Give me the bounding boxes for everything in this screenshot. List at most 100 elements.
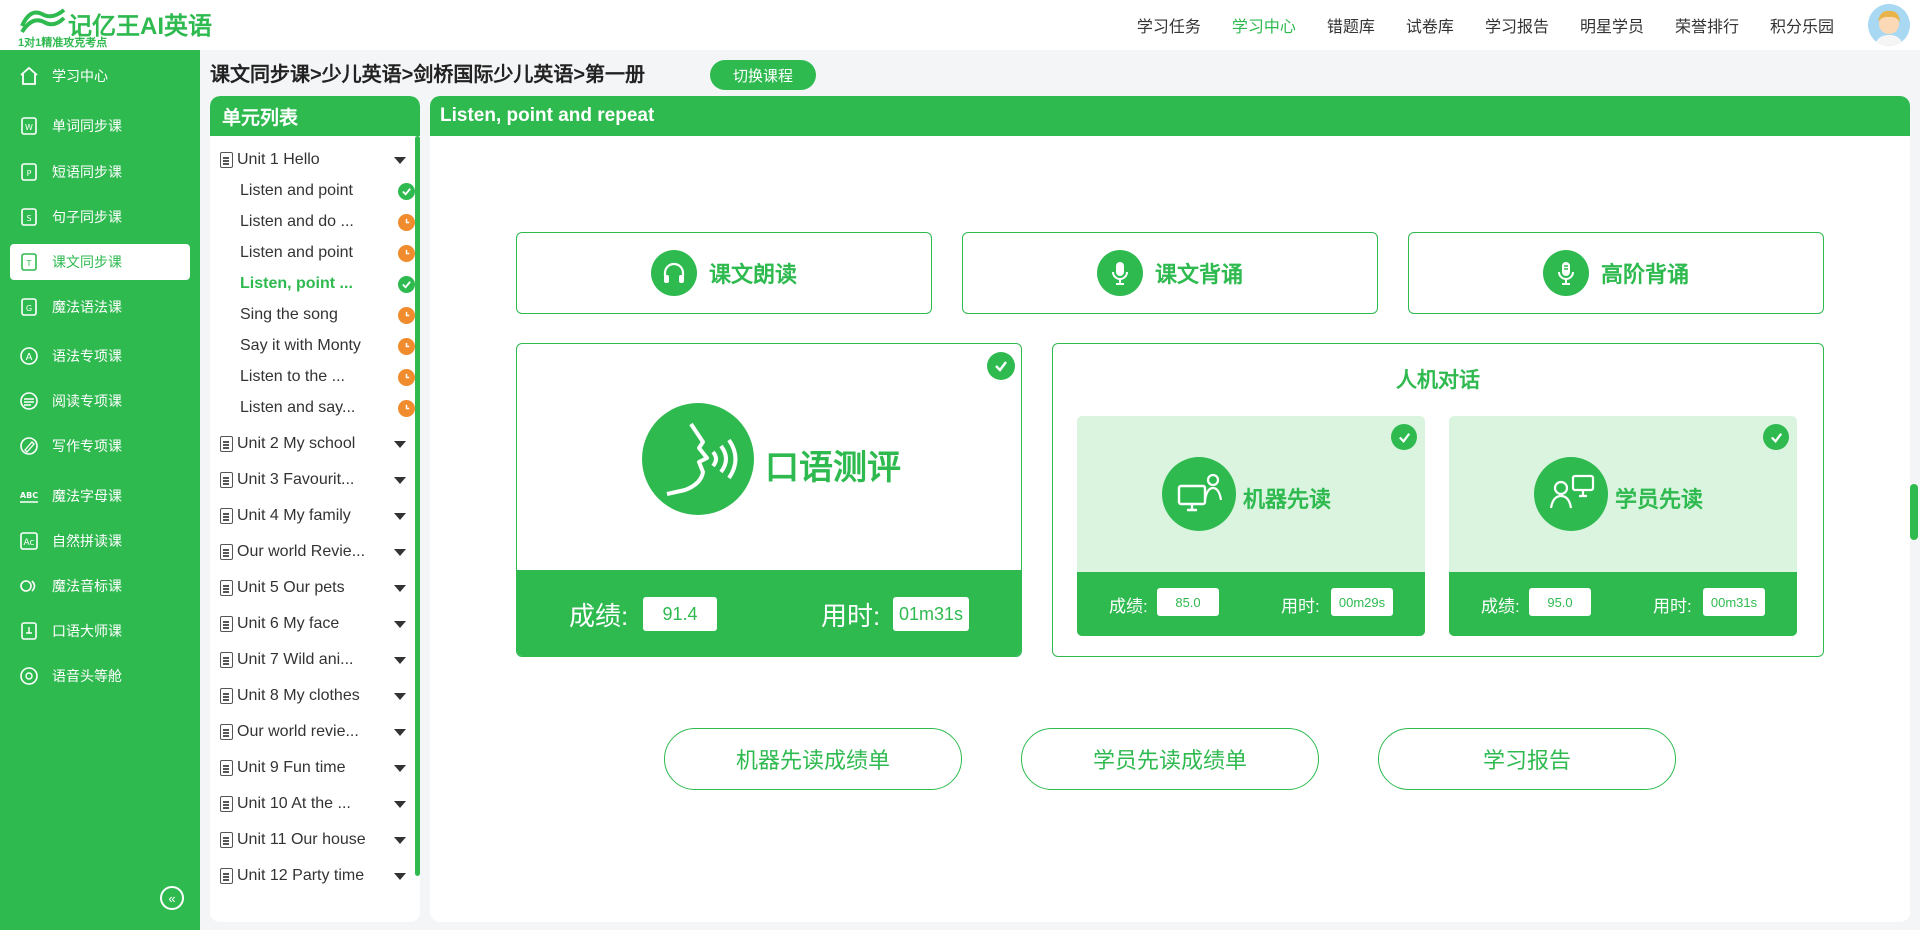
sidebar-item-sentence-course[interactable]: S 句子同步课: [10, 199, 190, 235]
nav-item-learning-center[interactable]: 学习中心: [1232, 13, 1296, 37]
avatar[interactable]: [1868, 4, 1910, 46]
sidebar-item-phonics[interactable]: Ac 自然拼读课: [10, 523, 190, 559]
sidebar-item-speaking-master[interactable]: 口语大师课: [10, 613, 190, 649]
unit-item[interactable]: Our world Revie...: [220, 540, 410, 564]
svg-text:A: A: [26, 352, 33, 363]
sidebar-item-writing-special[interactable]: 写作专项课: [10, 428, 190, 464]
oral-evaluation-label: 口语测评: [765, 449, 901, 487]
lesson-item[interactable]: Sing the song: [240, 303, 415, 327]
caret-down-icon[interactable]: [394, 801, 406, 808]
caret-down-icon[interactable]: [394, 837, 406, 844]
caret-down-icon[interactable]: [394, 477, 406, 484]
app-logo[interactable]: 记亿王AI英语 1对1精准攻克考点: [18, 4, 212, 49]
student-first-card[interactable]: 学员先读 成绩: 95.0 用时: 00m31s: [1449, 416, 1797, 636]
document-icon: [220, 544, 233, 560]
caret-down-icon[interactable]: [394, 657, 406, 664]
svg-text:T: T: [26, 259, 32, 268]
unit-item[interactable]: Unit 9 Fun time: [220, 756, 410, 780]
lesson-item-active[interactable]: Listen, point ...: [240, 272, 415, 296]
caret-down-icon[interactable]: [394, 157, 406, 164]
document-icon: [220, 616, 233, 632]
document-icon: [220, 688, 233, 704]
unit-item[interactable]: Unit 12 Party time: [220, 864, 410, 888]
sidebar-item-voice-cabin[interactable]: 语音头等舱: [10, 658, 190, 694]
unit-item[interactable]: Our world revie...: [220, 720, 410, 744]
text-recite-button[interactable]: 课文背诵: [962, 232, 1378, 314]
sidebar-item-text-course[interactable]: T 课文同步课: [10, 244, 190, 280]
score-value: 95.0: [1529, 588, 1591, 616]
unit-item[interactable]: Unit 6 My face: [220, 612, 410, 636]
caret-down-icon[interactable]: [394, 621, 406, 628]
oral-evaluation-card[interactable]: 口语测评 成绩: 91.4 用时: 01m31s: [516, 343, 1022, 657]
lesson-item[interactable]: Say it with Monty: [240, 334, 415, 358]
score-label: 成绩:: [569, 601, 629, 631]
grammar-special-icon: A: [18, 345, 40, 367]
caret-down-icon[interactable]: [394, 513, 406, 520]
time-value: 00m29s: [1331, 588, 1393, 616]
unit-list-scrollbar[interactable]: [415, 136, 420, 876]
sidebar-item-learning-center[interactable]: 学习中心: [10, 58, 190, 94]
lesson-label: Listen and say...: [240, 399, 356, 416]
unit-item[interactable]: Unit 3 Favourit...: [220, 468, 410, 492]
sidebar-item-phrase-course[interactable]: P 短语同步课: [10, 154, 190, 190]
machine-first-report-button[interactable]: 机器先读成绩单: [664, 728, 962, 790]
caret-down-icon[interactable]: [394, 873, 406, 880]
nav-item-honor-ranking[interactable]: 荣誉排行: [1675, 13, 1739, 37]
student-first-report-button[interactable]: 学员先读成绩单: [1021, 728, 1319, 790]
nav-item-paper-bank[interactable]: 试卷库: [1406, 13, 1454, 37]
nav-item-mistake-bank[interactable]: 错题库: [1327, 13, 1375, 37]
lesson-item[interactable]: Listen and point: [240, 241, 415, 265]
nav-item-points-park[interactable]: 积分乐园: [1770, 13, 1834, 37]
lesson-label: Listen and point: [240, 182, 353, 199]
unit-item[interactable]: Unit 5 Our pets: [220, 576, 410, 600]
sidebar-item-label: 魔法音标课: [52, 578, 122, 594]
top-bar: 记亿王AI英语 1对1精准攻克考点 学习任务 学习中心 错题库 试卷库 学习报告…: [0, 0, 1920, 50]
sidebar-collapse-icon[interactable]: «: [160, 886, 184, 910]
score-label: 成绩:: [1481, 597, 1520, 616]
sidebar-item-magic-letters[interactable]: ABC 魔法字母课: [10, 478, 190, 514]
headphones-icon: [650, 250, 697, 296]
svg-text:W: W: [25, 123, 33, 132]
learning-report-button[interactable]: 学习报告: [1378, 728, 1676, 790]
sidebar-item-label: 阅读专项课: [52, 393, 122, 409]
caret-down-icon[interactable]: [394, 693, 406, 700]
nav-item-learning-task[interactable]: 学习任务: [1137, 13, 1201, 37]
lesson-item[interactable]: Listen to the ...: [240, 365, 415, 389]
voice-cabin-icon: [18, 665, 40, 687]
dialog-card: 人机对话 机器先读 成绩: 85.0 用时: 00m29s 学员先读 成绩: 9…: [1052, 343, 1824, 657]
unit-item[interactable]: Unit 2 My school: [220, 432, 410, 456]
machine-first-card[interactable]: 机器先读 成绩: 85.0 用时: 00m29s: [1077, 416, 1425, 636]
sidebar-item-reading-special[interactable]: 阅读专项课: [10, 383, 190, 419]
caret-down-icon[interactable]: [394, 585, 406, 592]
sidebar-item-magic-grammar[interactable]: G 魔法语法课: [10, 289, 190, 325]
sidebar-item-magic-phonetic[interactable]: 魔法音标课: [10, 568, 190, 604]
phonics-icon: Ac: [18, 530, 40, 552]
lesson-item[interactable]: Listen and point: [240, 179, 415, 203]
unit-item[interactable]: Unit 11 Our house: [220, 828, 410, 852]
sidebar-item-word-course[interactable]: W 单词同步课: [10, 108, 190, 144]
caret-down-icon[interactable]: [394, 729, 406, 736]
switch-course-button[interactable]: 切换课程: [710, 60, 816, 90]
text-reading-button[interactable]: 课文朗读: [516, 232, 932, 314]
unit-label: Our world Revie...: [237, 543, 366, 560]
nav-item-learning-report[interactable]: 学习报告: [1485, 13, 1549, 37]
unit-item[interactable]: Unit 10 At the ...: [220, 792, 410, 816]
advanced-recite-button[interactable]: 高阶背诵: [1408, 232, 1824, 314]
score-value: 85.0: [1157, 588, 1219, 616]
caret-down-icon[interactable]: [394, 765, 406, 772]
unit-item[interactable]: Unit 1 Hello: [220, 148, 410, 172]
lesson-item[interactable]: Listen and do ...: [240, 210, 415, 234]
unit-item[interactable]: Unit 4 My family: [220, 504, 410, 528]
unit-item[interactable]: Unit 8 My clothes: [220, 684, 410, 708]
phrase-book-icon: P: [18, 161, 40, 183]
unit-item[interactable]: Unit 7 Wild ani...: [220, 648, 410, 672]
caret-down-icon[interactable]: [394, 441, 406, 448]
sidebar-item-label: 句子同步课: [52, 209, 122, 225]
caret-down-icon[interactable]: [394, 549, 406, 556]
document-icon: [220, 652, 233, 668]
sidebar-item-grammar-special[interactable]: A 语法专项课: [10, 338, 190, 374]
machine-first-label: 机器先读: [1243, 487, 1332, 512]
nav-item-star-students[interactable]: 明星学员: [1580, 13, 1644, 37]
page-scrollbar[interactable]: [1910, 484, 1918, 540]
lesson-item[interactable]: Listen and say...: [240, 396, 415, 420]
